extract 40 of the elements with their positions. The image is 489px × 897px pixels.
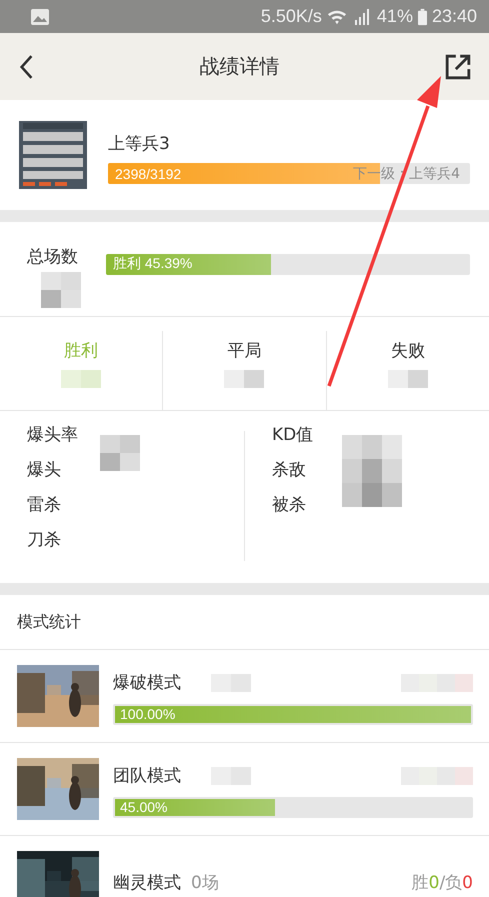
- rank-badge-icon: [19, 121, 87, 189]
- win-rate-text: 45.00%: [119, 799, 168, 815]
- stat-label: 刀杀: [27, 529, 62, 552]
- redaction-mosaic: [388, 370, 428, 388]
- redaction-mosaic: [61, 370, 102, 388]
- win-rate-text: 胜利 45.39%: [112, 255, 192, 273]
- mode-name: 幽灵模式: [113, 872, 181, 894]
- battery-icon: [418, 8, 427, 26]
- page-title: 战绩详情: [198, 53, 280, 80]
- match-count: 0场: [191, 872, 219, 894]
- stat-label: 被杀: [272, 494, 307, 517]
- stat-label: 雷杀: [27, 494, 62, 517]
- mode-name: 团队模式: [113, 765, 181, 787]
- back-icon[interactable]: [18, 54, 34, 80]
- stat-label: 杀敌: [272, 459, 307, 482]
- stat-label: 爆头: [27, 459, 62, 482]
- total-label: 总场数: [27, 246, 79, 268]
- image-icon: [30, 8, 50, 26]
- rank-name: 上等兵3: [108, 133, 171, 155]
- mode-name: 爆破模式: [113, 672, 181, 694]
- section-title: 模式统计: [0, 595, 489, 650]
- redaction-mosaic: [224, 370, 264, 388]
- redaction-mosaic: [401, 766, 473, 784]
- win-rate-text: 100.00%: [119, 706, 176, 722]
- redaction-mosaic: [211, 766, 251, 784]
- redaction-mosaic: [211, 674, 251, 692]
- win-loss-text: 胜0/负0: [412, 872, 473, 894]
- stat-label: 爆头率: [27, 424, 79, 447]
- redaction-mosaic: [401, 674, 473, 692]
- stat-label: KD值: [272, 424, 314, 447]
- redaction-mosaic: [41, 272, 81, 308]
- result-tab[interactable]: 平局: [227, 339, 262, 362]
- result-tab[interactable]: 失败: [390, 339, 425, 362]
- redaction-mosaic: [100, 435, 140, 471]
- share-icon[interactable]: [445, 54, 471, 80]
- redaction-mosaic: [342, 435, 402, 507]
- clock: 23:40: [432, 6, 477, 27]
- progress-text: 2398/3192: [114, 166, 182, 182]
- network-speed: 5.50K/s: [260, 6, 322, 27]
- battery-percent: 41%: [376, 6, 413, 27]
